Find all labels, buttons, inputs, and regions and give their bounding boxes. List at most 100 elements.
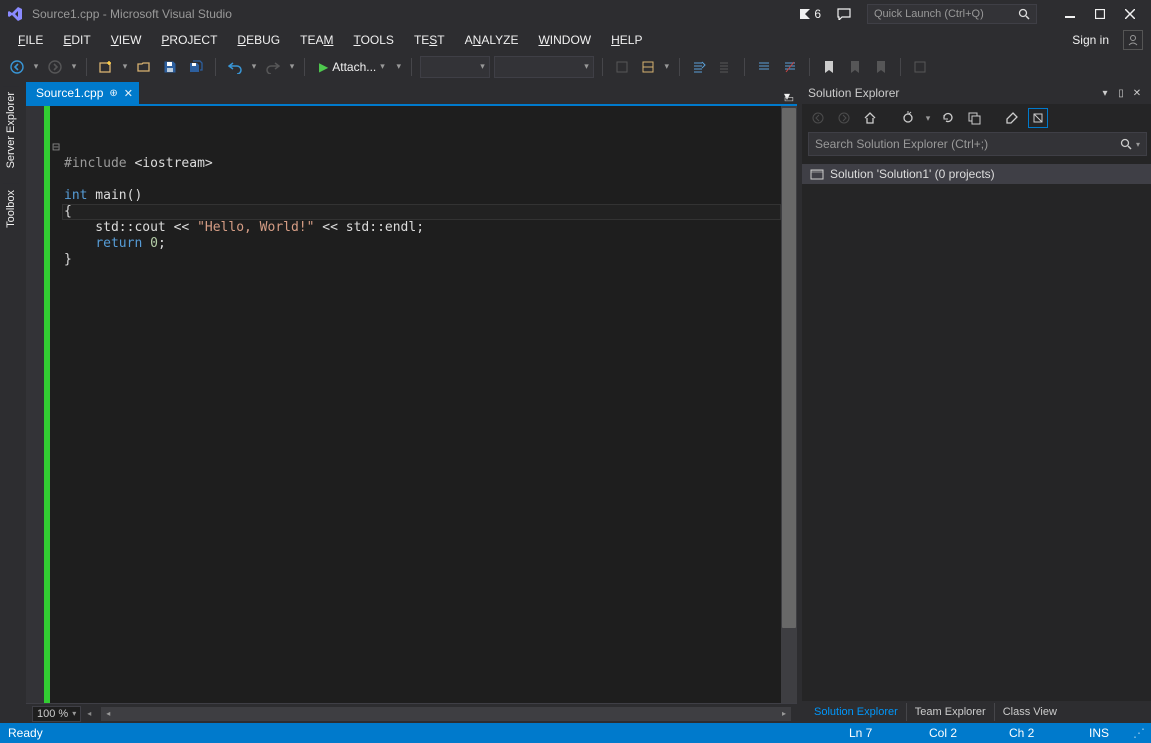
comment-button[interactable] xyxy=(753,56,775,78)
tab-team-explorer[interactable]: Team Explorer xyxy=(906,703,994,721)
user-avatar-icon[interactable] xyxy=(1123,30,1143,50)
soln-home-button[interactable] xyxy=(860,108,880,128)
status-ready: Ready xyxy=(8,726,43,740)
solution-explorer-panel: Solution Explorer ▾ ▯ ✕ ▾ Search Solutio… xyxy=(801,82,1151,723)
solution-root-label: Solution 'Solution1' (0 projects) xyxy=(830,167,995,181)
menu-test[interactable]: TEST xyxy=(404,31,455,49)
toolbox-tab[interactable]: Toolbox xyxy=(3,184,19,234)
menu-analyze[interactable]: ANALYZE xyxy=(455,31,529,49)
code-text[interactable]: #include <iostream> int main() { std::co… xyxy=(62,106,781,703)
soln-showall-button[interactable] xyxy=(1028,108,1048,128)
nav-forward-dropdown[interactable]: ▾ xyxy=(70,56,78,78)
notifications-count: 6 xyxy=(814,7,821,21)
toolbar-extra-btn[interactable] xyxy=(909,56,931,78)
split-icon[interactable]: ▭ xyxy=(781,90,797,106)
solution-tree[interactable]: Solution 'Solution1' (0 projects) xyxy=(802,160,1151,701)
search-icon xyxy=(1120,138,1132,150)
flag-icon xyxy=(800,9,810,19)
soln-refresh-button[interactable] xyxy=(938,108,958,128)
code-editor[interactable]: ⊟ #include <iostream> int main() { std::… xyxy=(26,106,797,703)
zoom-value: 100 % xyxy=(37,708,68,720)
nav-back-dropdown[interactable]: ▾ xyxy=(32,56,40,78)
quick-launch-input[interactable]: Quick Launch (Ctrl+Q) xyxy=(867,4,1037,24)
new-project-dropdown[interactable]: ▾ xyxy=(121,56,129,78)
resize-grip-icon[interactable]: ⋰ xyxy=(1133,726,1143,740)
tab-class-view[interactable]: Class View xyxy=(994,703,1065,721)
undo-dropdown[interactable]: ▾ xyxy=(250,56,258,78)
pin-icon[interactable]: ⊕ xyxy=(109,88,117,99)
zoom-combo[interactable]: 100 % ▾ xyxy=(32,706,81,722)
solution-search-input[interactable]: Search Solution Explorer (Ctrl+;) ▾ xyxy=(808,132,1147,156)
menu-debug[interactable]: DEBUG xyxy=(227,31,290,49)
redo-button[interactable] xyxy=(262,56,284,78)
solution-platform-combo[interactable]: ▾ xyxy=(494,56,594,78)
feedback-icon[interactable] xyxy=(837,8,851,20)
horizontal-scrollbar[interactable] xyxy=(101,707,791,721)
soln-forward-button[interactable] xyxy=(834,108,854,128)
save-button[interactable] xyxy=(159,56,181,78)
toolbar-btn-b[interactable] xyxy=(637,56,659,78)
vs-logo-icon xyxy=(6,5,24,23)
soln-back-button[interactable] xyxy=(808,108,828,128)
attach-debugger-button[interactable]: ▶ Attach... ▾ xyxy=(313,56,391,78)
solution-toolbar: ▾ xyxy=(802,104,1151,132)
notifications-indicator[interactable]: 6 xyxy=(800,7,821,21)
solution-root-item[interactable]: Solution 'Solution1' (0 projects) xyxy=(802,164,1151,184)
signin-link[interactable]: Sign in xyxy=(1064,31,1117,49)
soln-sync-button[interactable] xyxy=(898,108,918,128)
editor-panel: Source1.cpp ⊕ ✕ ▾ ⊟ #include <iostream> … xyxy=(26,82,797,723)
server-explorer-tab[interactable]: Server Explorer xyxy=(3,86,19,174)
solution-config-combo[interactable]: ▾ xyxy=(420,56,490,78)
open-file-button[interactable] xyxy=(133,56,155,78)
status-line: Ln 7 xyxy=(849,726,929,740)
play-icon: ▶ xyxy=(319,60,328,74)
redo-dropdown[interactable]: ▾ xyxy=(288,56,296,78)
outline-column[interactable]: ⊟ xyxy=(50,106,62,703)
toolbar-btn-b-dd[interactable]: ▾ xyxy=(663,56,671,78)
menu-help[interactable]: HELP xyxy=(601,31,652,49)
prev-bookmark-button[interactable] xyxy=(844,56,866,78)
menu-tools[interactable]: TOOLS xyxy=(343,31,403,49)
statusbar: Ready Ln 7 Col 2 Ch 2 INS ⋰ xyxy=(0,723,1151,743)
soln-collapse-button[interactable] xyxy=(964,108,984,128)
solution-search-placeholder: Search Solution Explorer (Ctrl+;) xyxy=(815,137,988,151)
close-button[interactable] xyxy=(1115,4,1145,24)
bookmark-button[interactable] xyxy=(818,56,840,78)
menu-team[interactable]: TEAM xyxy=(290,31,343,49)
toolbar-indent-btn[interactable] xyxy=(688,56,710,78)
uncomment-button[interactable] xyxy=(779,56,801,78)
undo-button[interactable] xyxy=(224,56,246,78)
nav-forward-button[interactable] xyxy=(44,56,66,78)
save-all-button[interactable] xyxy=(185,56,207,78)
maximize-button[interactable] xyxy=(1085,4,1115,24)
new-project-button[interactable] xyxy=(95,56,117,78)
toolbar-outdent-btn[interactable] xyxy=(714,56,736,78)
nav-back-button[interactable] xyxy=(6,56,28,78)
panel-pin-icon[interactable]: ▯ xyxy=(1113,88,1129,99)
panel-close-icon[interactable]: ✕ xyxy=(1129,88,1145,99)
document-tabs: Source1.cpp ⊕ ✕ ▾ xyxy=(26,82,797,104)
menu-window[interactable]: WINDOW xyxy=(528,31,601,49)
editor-footer: 100 % ▾ ◂ xyxy=(26,703,797,723)
soln-sync-dd[interactable]: ▾ xyxy=(924,107,932,129)
menu-project[interactable]: PROJECT xyxy=(151,31,227,49)
tab-solution-explorer[interactable]: Solution Explorer xyxy=(806,703,906,721)
scrollbar-thumb[interactable] xyxy=(782,108,796,628)
panel-options-icon[interactable]: ▾ xyxy=(1097,88,1113,99)
menu-file[interactable]: FILE xyxy=(8,31,53,49)
doc-tab-source1[interactable]: Source1.cpp ⊕ ✕ xyxy=(26,82,139,104)
attach-dropdown[interactable]: ▾ xyxy=(395,56,403,78)
solution-icon xyxy=(810,167,824,181)
soln-properties-button[interactable] xyxy=(1002,108,1022,128)
quick-launch-placeholder: Quick Launch (Ctrl+Q) xyxy=(874,8,984,20)
attach-label: Attach... xyxy=(332,60,376,74)
vertical-scrollbar[interactable]: ▭ xyxy=(781,106,797,703)
status-ins: INS xyxy=(1089,726,1133,740)
next-bookmark-button[interactable] xyxy=(870,56,892,78)
menu-view[interactable]: VIEW xyxy=(101,31,152,49)
menu-edit[interactable]: EDIT xyxy=(53,31,100,49)
toolbar-btn-a[interactable] xyxy=(611,56,633,78)
panel-header: Solution Explorer ▾ ▯ ✕ xyxy=(802,82,1151,104)
close-icon[interactable]: ✕ xyxy=(124,87,133,100)
minimize-button[interactable] xyxy=(1055,4,1085,24)
